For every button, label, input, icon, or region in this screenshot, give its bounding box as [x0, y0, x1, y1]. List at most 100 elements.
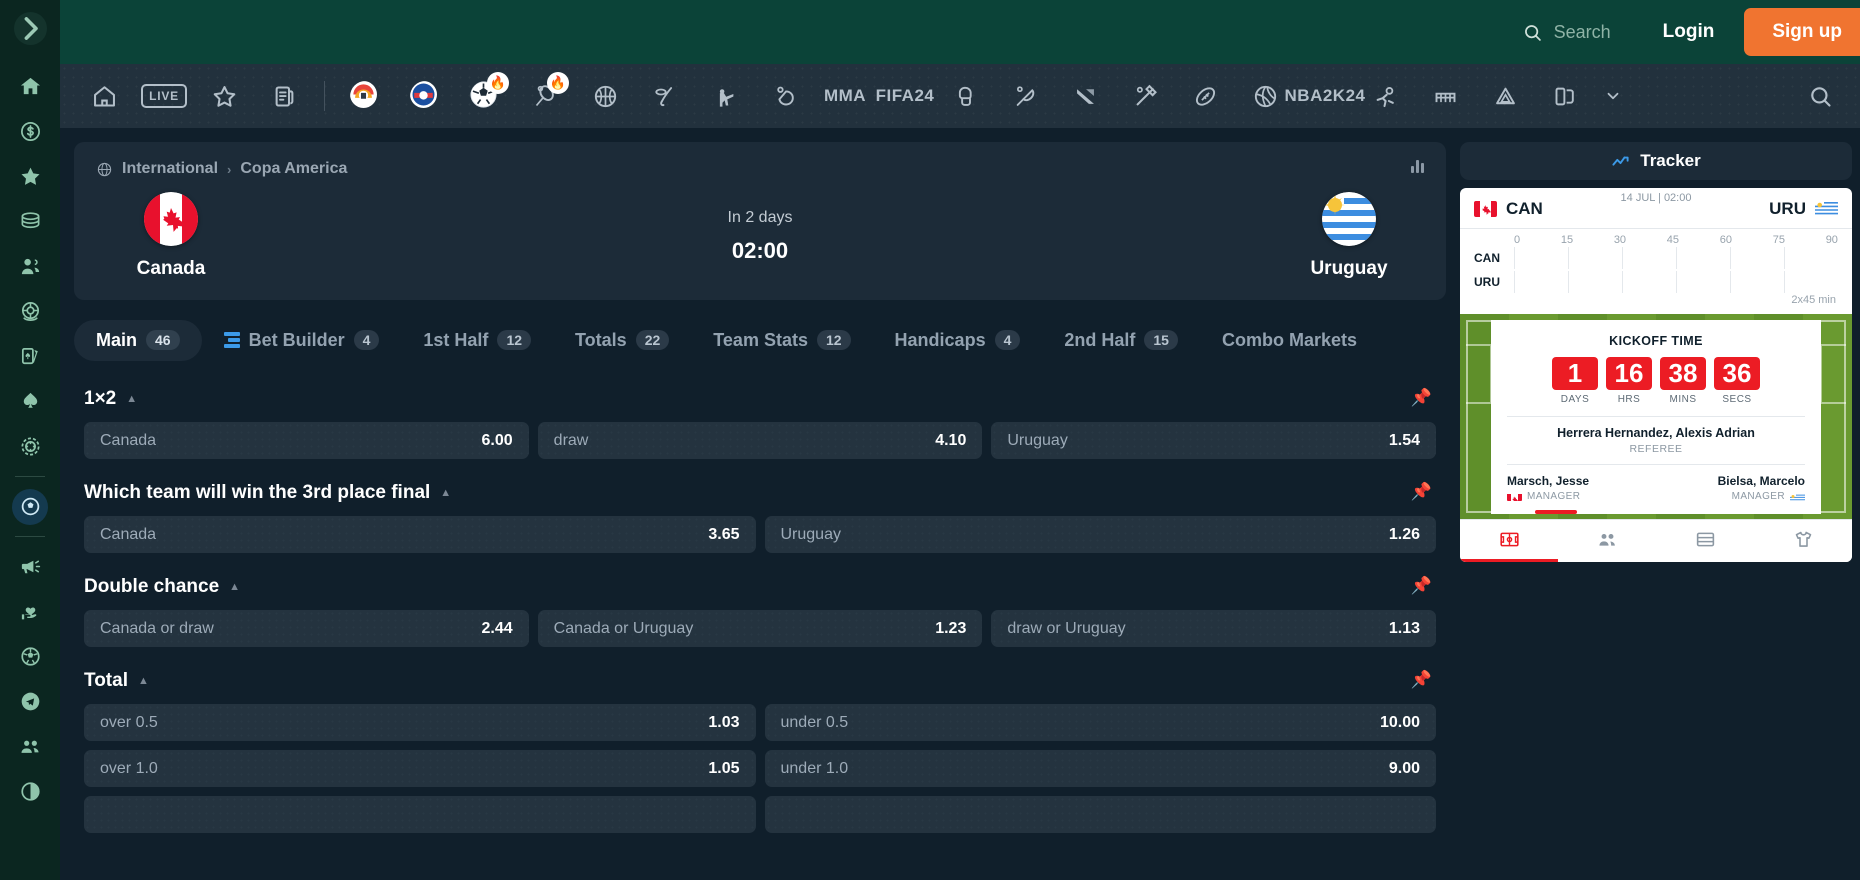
pin-icon[interactable]: 📌	[1411, 576, 1432, 596]
sportsnav-basketball[interactable]	[575, 64, 635, 128]
market-header[interactable]: Double chance ▲ 📌	[74, 562, 1446, 610]
tab-combo-markets[interactable]: Combo Markets	[1200, 320, 1379, 361]
odd-button[interactable]	[764, 796, 1436, 833]
tab-count: 46	[146, 330, 180, 350]
sportsnav-live[interactable]: LIVE	[134, 64, 194, 128]
sidebar-item-responsible-gaming[interactable]	[0, 589, 60, 634]
sportsnav-esports[interactable]	[1055, 64, 1115, 128]
caret-up-icon[interactable]: ▲	[440, 487, 451, 499]
bar-chart-icon[interactable]	[1411, 160, 1424, 173]
odd-button[interactable]: Uruguay 1.54	[991, 422, 1437, 459]
caret-up-icon[interactable]: ▲	[229, 581, 240, 593]
sidebar-item-poker[interactable]	[0, 379, 60, 424]
tracker-header[interactable]: Tracker	[1460, 142, 1852, 180]
tracker-tab-jersey[interactable]	[1754, 520, 1852, 562]
pagination-dot[interactable]	[1635, 510, 1677, 514]
odd-button[interactable]: over 1.0 1.05	[84, 750, 756, 787]
sidebar-item-jackpot[interactable]	[0, 199, 60, 244]
odd-button[interactable]: Canada or Uruguay 1.23	[537, 610, 983, 647]
odd-label: Canada or draw	[100, 619, 214, 637]
sportsnav-american-football[interactable]	[1175, 64, 1235, 128]
pagination-dot-active[interactable]	[1535, 510, 1577, 514]
sportsnav-badminton[interactable]	[995, 64, 1055, 128]
sportsnav-betslip[interactable]	[254, 64, 314, 128]
breadcrumb[interactable]: International › Copa America	[96, 160, 1424, 178]
tracker-tab-table[interactable]	[1656, 520, 1754, 562]
odd-button[interactable]: Uruguay 1.26	[764, 516, 1436, 553]
sportsnav-boxing[interactable]	[935, 64, 995, 128]
odd-button[interactable]: over 0.5 1.03	[84, 704, 756, 741]
odd-button[interactable]: draw 4.10	[537, 422, 983, 459]
breadcrumb-category[interactable]: International	[122, 160, 218, 178]
sidebar-item-community[interactable]	[0, 724, 60, 769]
sidebar-item-telegram[interactable]	[0, 679, 60, 724]
sidebar-item-live-casino[interactable]	[0, 289, 60, 334]
sportsnav-soccer[interactable]: 🔥	[455, 64, 515, 128]
tick: 45	[1666, 234, 1680, 246]
sportsnav-handball[interactable]	[1355, 64, 1415, 128]
sidebar-item-table-games[interactable]	[0, 334, 60, 379]
pin-icon[interactable]: 📌	[1411, 670, 1432, 690]
sportsnav-mma[interactable]: MMA	[815, 64, 875, 128]
tab-bet-builder[interactable]: Bet Builder 4	[202, 320, 402, 361]
pin-icon[interactable]: 📌	[1411, 482, 1432, 502]
odd-button[interactable]: Canada 3.65	[84, 516, 756, 553]
sidebar-item-home[interactable]	[0, 64, 60, 109]
tab-totals[interactable]: Totals 22	[553, 320, 691, 361]
pitch-pagination[interactable]	[1460, 510, 1852, 514]
login-button[interactable]: Login	[1663, 21, 1715, 43]
pin-icon[interactable]: 📌	[1411, 388, 1432, 408]
sidebar-item-bonuses[interactable]	[0, 109, 60, 154]
tab-2nd-half[interactable]: 2nd Half 15	[1042, 320, 1200, 361]
sportsnav-futsal[interactable]	[1415, 64, 1475, 128]
caret-up-icon[interactable]: ▲	[138, 675, 149, 687]
sportsnav-favorites[interactable]	[194, 64, 254, 128]
pagination-dot[interactable]	[1585, 510, 1627, 514]
sportsnav-snooker[interactable]	[1535, 64, 1595, 128]
tracker-tab-pitch[interactable]	[1460, 520, 1558, 562]
odd-button[interactable]: Canada or draw 2.44	[84, 610, 529, 647]
sidebar-item-promotions[interactable]	[0, 544, 60, 589]
tab-handicaps[interactable]: Handicaps 4	[873, 320, 1043, 361]
sportsnav-home[interactable]	[74, 64, 134, 128]
sportsnav-tennis[interactable]: 🔥	[515, 64, 575, 128]
sidebar-item-casino[interactable]	[0, 424, 60, 469]
sidebar-expand-button[interactable]	[14, 12, 47, 45]
sidebar-item-favorites[interactable]	[0, 154, 60, 199]
sidebar-item-referral[interactable]	[0, 244, 60, 289]
market-header[interactable]: 1×2 ▲ 📌	[74, 374, 1446, 422]
sportsnav-darts[interactable]	[1475, 64, 1535, 128]
sportsnav-cricket[interactable]	[1115, 64, 1175, 128]
odd-button[interactable]: under 0.5 10.00	[764, 704, 1436, 741]
sportsnav-table-tennis[interactable]	[755, 64, 815, 128]
market-header[interactable]: Total ▲ 📌	[74, 656, 1446, 704]
sportsnav-shooting[interactable]	[695, 64, 755, 128]
sportsnav-ice-hockey[interactable]	[635, 64, 695, 128]
sidebar-item-theme-toggle[interactable]	[0, 769, 60, 814]
caret-up-icon[interactable]: ▲	[126, 393, 137, 405]
odd-button[interactable]	[84, 796, 756, 833]
away-team[interactable]: Uruguay	[1274, 192, 1424, 280]
tab-team-stats[interactable]: Team Stats 12	[691, 320, 872, 361]
signup-button[interactable]: Sign up	[1744, 8, 1860, 56]
odd-button[interactable]: under 1.0 9.00	[764, 750, 1436, 787]
search-input[interactable]: Search	[1522, 22, 1611, 43]
sportsnav-search-button[interactable]	[1790, 64, 1850, 128]
pagination-dot[interactable]	[1735, 510, 1777, 514]
market-header[interactable]: Which team will win the 3rd place final …	[74, 468, 1446, 516]
odd-button[interactable]: Canada 6.00	[84, 422, 529, 459]
tracker-tab-lineup[interactable]	[1558, 520, 1656, 562]
sidebar-item-sports[interactable]	[0, 484, 60, 529]
tab-1st-half[interactable]: 1st Half 12	[401, 320, 553, 361]
odd-button[interactable]: draw or Uruguay 1.13	[991, 610, 1437, 647]
sidebar-item-virtual-sports[interactable]	[0, 634, 60, 679]
sportsnav-fifa24[interactable]: FIFA24	[875, 64, 935, 128]
pagination-dot[interactable]	[1685, 510, 1727, 514]
home-team[interactable]: Canada	[96, 192, 246, 280]
sportsnav-nba2k[interactable]: NBA2K24	[1285, 64, 1365, 128]
breadcrumb-league[interactable]: Copa America	[240, 160, 347, 178]
tab-main[interactable]: Main 46	[74, 319, 202, 361]
sportsnav-crest-1[interactable]	[335, 64, 395, 128]
sportsnav-crest-2[interactable]	[395, 64, 455, 128]
sportsnav-more-button[interactable]	[1595, 87, 1631, 105]
